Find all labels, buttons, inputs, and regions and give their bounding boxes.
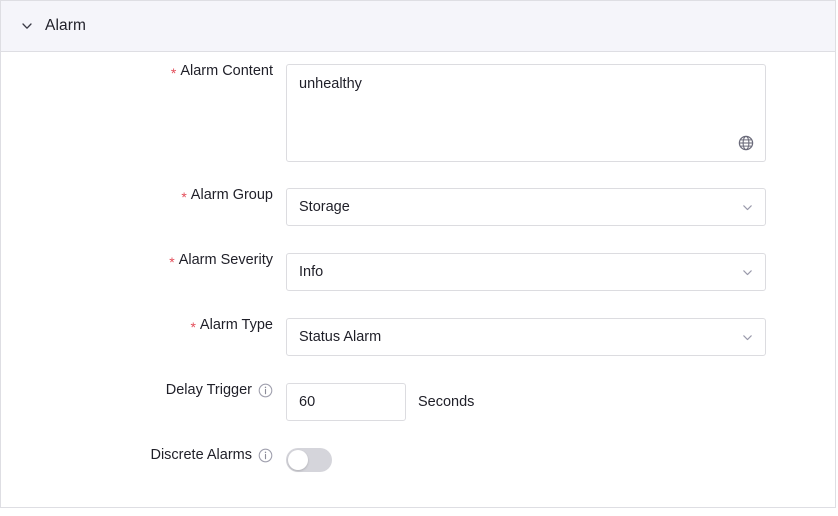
alarm-panel: Alarm * Alarm Content unhealthy [0, 0, 836, 508]
label-text: Delay Trigger [166, 383, 252, 398]
required-asterisk: * [190, 320, 195, 334]
delay-trigger-input[interactable]: 60 [286, 383, 406, 421]
info-circle-icon[interactable] [258, 448, 273, 463]
alarm-content-textarea[interactable]: unhealthy [286, 64, 766, 162]
required-asterisk: * [169, 255, 174, 269]
toggle-knob [288, 450, 308, 470]
page-title: Alarm [45, 17, 86, 35]
form-row-alarm-content: * Alarm Content unhealthy [1, 64, 835, 162]
info-circle-icon[interactable] [258, 383, 273, 398]
control-alarm-group: Storage [286, 188, 835, 226]
chevron-down-icon[interactable] [740, 200, 754, 214]
globe-icon[interactable] [738, 135, 754, 151]
alarm-severity-value: Info [287, 264, 323, 280]
chevron-down-icon[interactable] [740, 330, 754, 344]
form-row-alarm-group: * Alarm Group Storage [1, 188, 835, 226]
alarm-group-value: Storage [287, 199, 350, 215]
control-delay-trigger: 60 Seconds [286, 383, 835, 421]
alarm-severity-select[interactable]: Info [286, 253, 766, 291]
label-delay-trigger: Delay Trigger [1, 383, 286, 398]
label-alarm-group: * Alarm Group [1, 188, 286, 203]
control-alarm-type: Status Alarm [286, 318, 835, 356]
chevron-down-icon[interactable] [740, 265, 754, 279]
label-alarm-type: * Alarm Type [1, 318, 286, 333]
delay-trigger-group: 60 Seconds [286, 383, 835, 421]
required-asterisk: * [171, 66, 176, 80]
control-alarm-severity: Info [286, 253, 835, 291]
form-row-delay-trigger: Delay Trigger 60 Seconds [1, 383, 835, 421]
delay-trigger-unit: Seconds [418, 394, 474, 410]
chevron-down-icon[interactable] [17, 16, 37, 36]
alarm-group-select[interactable]: Storage [286, 188, 766, 226]
discrete-alarms-toggle[interactable] [286, 448, 332, 472]
form-row-discrete-alarms: Discrete Alarms [1, 448, 835, 472]
panel-header[interactable]: Alarm [1, 0, 835, 52]
delay-trigger-value[interactable]: 60 [287, 394, 315, 410]
label-text: Alarm Content [180, 64, 273, 79]
alarm-type-select[interactable]: Status Alarm [286, 318, 766, 356]
label-text: Alarm Type [200, 318, 273, 333]
label-text: Alarm Severity [179, 253, 273, 268]
label-text: Alarm Group [191, 188, 273, 203]
alarm-content-value[interactable]: unhealthy [287, 65, 765, 94]
label-alarm-severity: * Alarm Severity [1, 253, 286, 268]
control-alarm-content: unhealthy [286, 64, 835, 162]
alarm-form: * Alarm Content unhealthy [1, 52, 835, 472]
label-alarm-content: * Alarm Content [1, 64, 286, 79]
form-row-alarm-type: * Alarm Type Status Alarm [1, 318, 835, 356]
alarm-type-value: Status Alarm [287, 329, 381, 345]
control-discrete-alarms [286, 448, 835, 472]
required-asterisk: * [181, 190, 186, 204]
label-discrete-alarms: Discrete Alarms [1, 448, 286, 463]
form-row-alarm-severity: * Alarm Severity Info [1, 253, 835, 291]
label-text: Discrete Alarms [150, 448, 252, 463]
